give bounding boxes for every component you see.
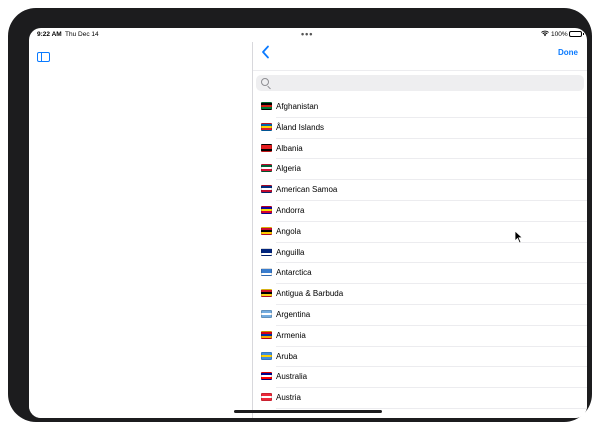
country-row[interactable]: American Samoa: [253, 180, 587, 201]
country-row[interactable]: Aruba: [253, 347, 587, 368]
multitasking-dots-icon[interactable]: •••: [301, 29, 313, 39]
country-name: Australia: [276, 372, 308, 382]
ipad-frame: 9:22 AM Thu Dec 14 ••• 100% Done Afghani…: [8, 8, 592, 422]
row-separator: [276, 407, 587, 409]
country-name: Åland Islands: [276, 122, 325, 132]
flag-icon: [261, 372, 272, 381]
sidebar-toggle-icon[interactable]: [37, 52, 50, 62]
country-list: Afghanistan Åland Islands Albania Algeria Am…: [253, 97, 587, 409]
home-indicator[interactable]: [234, 410, 382, 413]
country-row[interactable]: Afghanistan: [253, 97, 587, 118]
country-name: Anguilla: [276, 247, 305, 257]
flag-icon: [261, 289, 272, 298]
country-row[interactable]: Albania: [253, 139, 587, 160]
country-row[interactable]: Algeria: [253, 159, 587, 181]
flag-icon: [261, 102, 272, 110]
mouse-pointer-icon: [514, 230, 524, 244]
country-row[interactable]: Argentina: [253, 305, 587, 326]
done-button[interactable]: Done: [558, 48, 578, 57]
search-input[interactable]: [274, 75, 574, 91]
flag-icon: [261, 309, 272, 318]
flag-icon: [261, 164, 272, 173]
flag-icon: [261, 247, 272, 256]
country-row[interactable]: Australia: [253, 367, 587, 389]
status-bar: 9:22 AM Thu Dec 14 ••• 100%: [29, 28, 587, 42]
flag-icon: [261, 205, 272, 214]
flag-icon: [261, 143, 272, 152]
status-date: Thu Dec 14: [65, 31, 99, 38]
country-row[interactable]: Andorra: [253, 201, 587, 222]
nav-separator: [253, 70, 587, 71]
flag-icon: [261, 122, 272, 131]
flag-icon: [261, 351, 272, 360]
flag-icon: [261, 226, 272, 235]
country-name: Albania: [276, 143, 303, 153]
country-name: American Samoa: [276, 185, 338, 195]
flag-icon: [261, 268, 272, 277]
primary-pane: [29, 42, 252, 418]
country-row[interactable]: Angola: [253, 222, 587, 243]
wifi-icon: [541, 30, 549, 39]
search-bar[interactable]: [256, 75, 584, 91]
battery-icon: [569, 31, 584, 37]
country-name: Armenia: [276, 330, 306, 340]
country-name: Angola: [276, 226, 301, 236]
country-row[interactable]: Åland Islands: [253, 118, 587, 139]
country-row[interactable]: Armenia: [253, 326, 587, 347]
country-name: Afghanistan: [276, 102, 319, 111]
status-time: 9:22 AM: [37, 31, 62, 38]
country-row[interactable]: Austria: [253, 388, 587, 409]
flag-icon: [261, 330, 272, 339]
country-name: Andorra: [276, 205, 305, 215]
country-name: Algeria: [276, 164, 301, 174]
country-row[interactable]: Antigua & Barbuda: [253, 284, 587, 305]
country-row[interactable]: Antarctica: [253, 263, 587, 285]
country-name: Antarctica: [276, 268, 312, 278]
battery-percent: 100%: [551, 31, 568, 38]
country-name: Argentina: [276, 309, 311, 319]
flag-icon: [261, 185, 272, 194]
navigation-bar: Done: [253, 42, 587, 70]
search-icon: [261, 78, 269, 86]
screen: 9:22 AM Thu Dec 14 ••• 100% Done Afghani…: [29, 28, 587, 418]
country-row[interactable]: Anguilla: [253, 243, 587, 264]
country-name: Antigua & Barbuda: [276, 289, 344, 299]
chevron-left-icon[interactable]: [261, 45, 270, 64]
country-name: Aruba: [276, 351, 298, 361]
country-picker-pane: Done Afghanistan Åland Islands Albania Alge…: [253, 42, 587, 418]
country-name: Austria: [276, 393, 301, 403]
flag-icon: [261, 393, 272, 402]
